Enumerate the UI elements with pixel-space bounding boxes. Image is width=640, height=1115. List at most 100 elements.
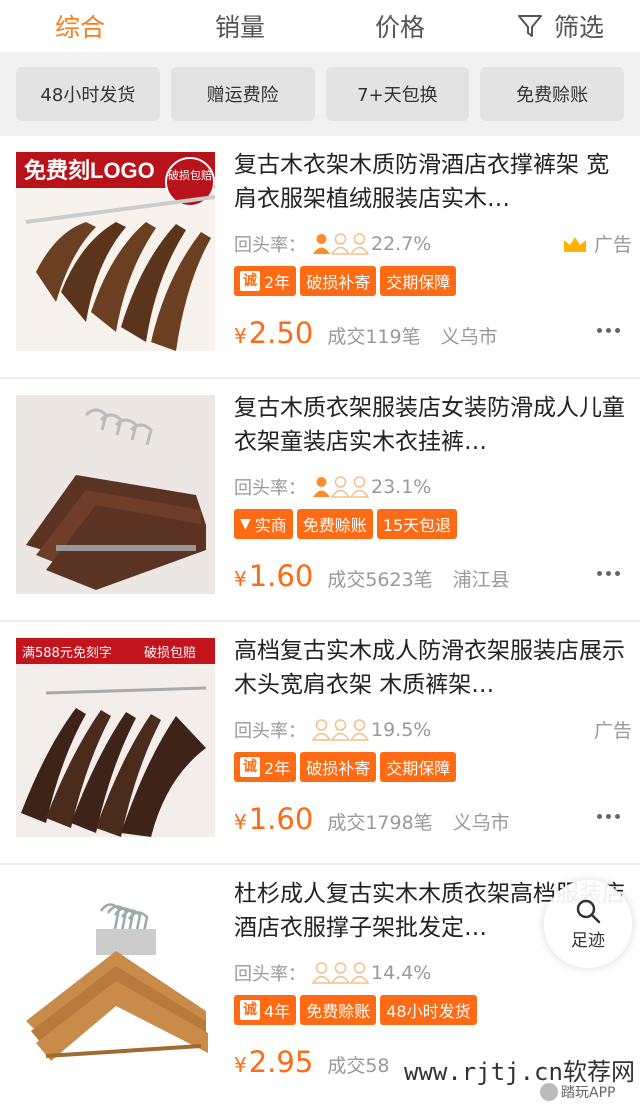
tab-comprehensive[interactable]: 综合 bbox=[0, 8, 160, 44]
currency-symbol: ¥ bbox=[234, 567, 247, 591]
shop-icon: ▼ bbox=[240, 516, 251, 532]
tab-price[interactable]: 价格 bbox=[320, 8, 480, 44]
product-card[interactable]: 免费刻LOGO 破损包赔 复古木衣架木质防滑酒店衣撑裤架 宽肩衣服架植绒服装店实… bbox=[0, 136, 640, 379]
chip-48h-shipping[interactable]: 48小时发货 bbox=[16, 67, 160, 121]
badge-text: 4年 bbox=[264, 1002, 291, 1021]
sort-bar: 综合 销量 价格 筛选 bbox=[0, 0, 640, 52]
footprint-label: 足迹 bbox=[571, 930, 605, 951]
location: 浦江县 bbox=[452, 569, 510, 591]
person-icon bbox=[331, 476, 350, 498]
quick-filter-row: 48小时发货 赠运费险 7+天包换 免费赊账 bbox=[0, 52, 640, 136]
product-image[interactable]: 免费刻LOGO 破损包赔 bbox=[16, 152, 215, 351]
repeat-rate-row: 回头率： 22.7% 广告 bbox=[234, 226, 632, 262]
repeat-rate-label: 回头率： bbox=[234, 478, 306, 499]
price-value: 2.95 bbox=[248, 1045, 314, 1079]
repeat-rate-icons bbox=[312, 719, 369, 741]
person-icon bbox=[312, 719, 331, 741]
price-value: 1.60 bbox=[248, 802, 314, 836]
person-icon bbox=[331, 719, 350, 741]
person-icon bbox=[331, 962, 350, 984]
person-icon bbox=[312, 962, 331, 984]
chip-free-credit[interactable]: 免费赊账 bbox=[480, 67, 624, 121]
badge-free-credit: 免费赊账 bbox=[300, 995, 377, 1025]
tab-sales[interactable]: 销量 bbox=[160, 8, 320, 44]
location: 义乌市 bbox=[452, 812, 510, 834]
product-image[interactable]: 满588元免刻字 破损包赔 bbox=[16, 638, 215, 837]
watermark-app: 踏玩APP bbox=[540, 1082, 615, 1102]
repeat-rate-value: 23.1% bbox=[371, 476, 432, 498]
more-options-icon[interactable] bbox=[597, 571, 620, 576]
badge-row: ▼ 实商 免费赊账 15天包退 bbox=[234, 509, 632, 539]
person-icon bbox=[350, 719, 369, 741]
repeat-rate-icons bbox=[312, 476, 369, 498]
badge-delivery-guarantee: 交期保障 bbox=[380, 266, 457, 296]
person-icon bbox=[350, 233, 369, 255]
location: 义乌市 bbox=[440, 326, 498, 348]
currency-symbol: ¥ bbox=[234, 1053, 247, 1077]
price-row: ¥ 1.60 成交5623笔 浦江县 bbox=[234, 559, 632, 599]
badge-row: 诚 2年 破损补寄 交期保障 bbox=[234, 752, 632, 782]
image-banner2-text: 破损包赔 bbox=[144, 646, 196, 661]
product-card[interactable]: 满588元免刻字 破损包赔 高档复古实木成人防滑衣架服装店展示木头宽肩衣架 木质… bbox=[0, 622, 640, 865]
repeat-rate-value: 19.5% bbox=[371, 719, 432, 741]
repeat-rate-icons bbox=[312, 233, 369, 255]
ad-marker: 广告 bbox=[594, 716, 632, 743]
badge-verified-merchant: ▼ 实商 bbox=[234, 509, 293, 539]
badge-text: 2年 bbox=[264, 759, 291, 778]
price-value: 2.50 bbox=[248, 316, 314, 350]
repeat-rate-label: 回头率： bbox=[234, 721, 306, 742]
cheng-icon: 诚 bbox=[240, 271, 260, 291]
sold-count: 成交5623笔 bbox=[327, 569, 433, 591]
product-title[interactable]: 复古木质衣架服装店女装防滑成人儿童衣架童装店实木衣挂裤… bbox=[234, 391, 632, 459]
crown-icon bbox=[563, 236, 586, 252]
filter-button[interactable]: 筛选 bbox=[480, 8, 640, 44]
watermark-app-label: 踏玩APP bbox=[561, 1085, 616, 1101]
repeat-rate-row: 回头率： 23.1% bbox=[234, 469, 632, 505]
more-options-icon[interactable] bbox=[597, 328, 620, 333]
person-icon bbox=[313, 477, 330, 497]
image-banner-text: 免费刻LOGO bbox=[24, 158, 155, 183]
badge-text: 2年 bbox=[264, 273, 291, 292]
image-seal-text: 破损包赔 bbox=[168, 168, 212, 182]
ad-label: 广告 bbox=[593, 720, 632, 742]
currency-symbol: ¥ bbox=[234, 810, 247, 834]
chip-freight-insurance[interactable]: 赠运费险 bbox=[170, 67, 315, 121]
product-title[interactable]: 高档复古实木成人防滑衣架服装店展示木头宽肩衣架 木质裤架… bbox=[234, 634, 632, 702]
badge-damage-resend: 破损补寄 bbox=[300, 266, 377, 296]
badge-damage-resend: 破损补寄 bbox=[300, 752, 377, 782]
price-row: ¥ 2.50 成交119笔 义乌市 bbox=[234, 316, 632, 356]
product-title[interactable]: 复古木衣架木质防滑酒店衣撑裤架 宽肩衣服架植绒服装店实木… bbox=[234, 148, 632, 216]
search-icon bbox=[576, 899, 601, 923]
badge-48h-shipping: 48小时发货 bbox=[380, 995, 477, 1025]
badge-row: 诚 2年 破损补寄 交期保障 bbox=[234, 266, 632, 296]
product-image[interactable] bbox=[16, 881, 215, 1080]
price-value: 1.60 bbox=[248, 559, 314, 593]
sold-count: 成交1798笔 bbox=[327, 812, 433, 834]
cheng-icon: 诚 bbox=[240, 757, 260, 777]
footprint-button[interactable]: 足迹 bbox=[544, 880, 632, 968]
cheng-icon: 诚 bbox=[240, 1000, 260, 1020]
badge-delivery-guarantee: 交期保障 bbox=[380, 752, 457, 782]
badge-row: 诚 4年 免费赊账 48小时发货 bbox=[234, 995, 632, 1025]
repeat-rate-label: 回头率： bbox=[234, 964, 306, 985]
badge-free-credit: 免费赊账 bbox=[296, 509, 373, 539]
ad-label: 广告 bbox=[593, 234, 632, 256]
person-icon bbox=[331, 233, 350, 255]
chip-7day-exchange[interactable]: 7+天包换 bbox=[325, 67, 470, 121]
repeat-rate-row: 回头率： 19.5% 广告 bbox=[234, 712, 632, 748]
sold-count: 成交58 bbox=[327, 1055, 390, 1077]
image-banner-text: 满588元免刻字 bbox=[22, 646, 112, 661]
product-image[interactable] bbox=[16, 395, 215, 594]
currency-symbol: ¥ bbox=[234, 324, 247, 348]
badge-cheng-years: 诚 2年 bbox=[234, 752, 297, 782]
repeat-rate-value: 14.4% bbox=[371, 962, 432, 984]
price-row: ¥ 1.60 成交1798笔 义乌市 bbox=[234, 802, 632, 842]
person-icon bbox=[313, 234, 330, 254]
badge-15day-return: 15天包退 bbox=[376, 509, 458, 539]
more-options-icon[interactable] bbox=[597, 814, 620, 819]
repeat-rate-value: 22.7% bbox=[371, 233, 432, 255]
sold-count: 成交119笔 bbox=[327, 326, 421, 348]
repeat-rate-icons bbox=[312, 962, 369, 984]
person-icon bbox=[350, 476, 369, 498]
product-card[interactable]: 复古木质衣架服装店女装防滑成人儿童衣架童装店实木衣挂裤… 回头率： 23.1% … bbox=[0, 379, 640, 622]
